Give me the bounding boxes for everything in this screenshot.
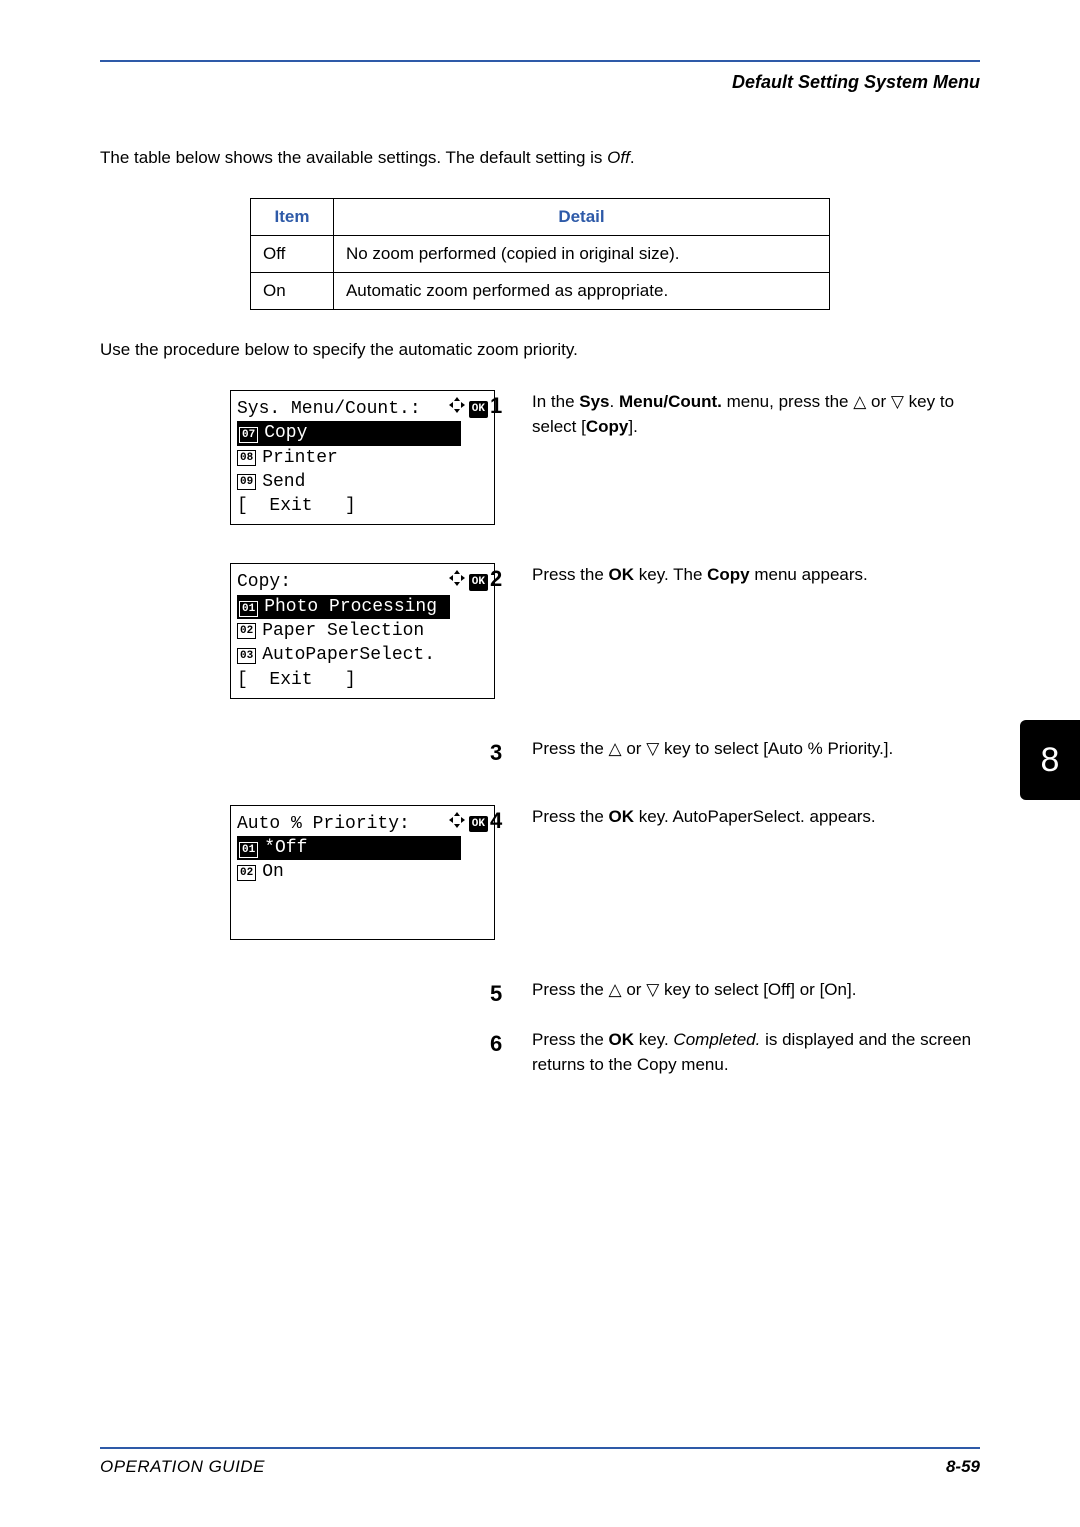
nav-arrows-icon <box>449 812 465 836</box>
th-item: Item <box>251 199 334 236</box>
table-row: On Automatic zoom performed as appropria… <box>251 273 830 310</box>
lcd-row: 09Send <box>237 470 488 494</box>
ok-icon: OK <box>469 401 488 418</box>
intro-suffix: . <box>630 148 635 167</box>
step-4: 4 Press the OK key. AutoPaperSelect. app… <box>490 805 980 837</box>
intro-prefix: The table below shows the available sett… <box>100 148 607 167</box>
header-rule <box>100 60 980 62</box>
step-3: 3 Press the △ or ▽ key to select [Auto %… <box>490 737 980 769</box>
footer-right: 8-59 <box>946 1457 980 1477</box>
step-2: 2 Press the OK key. The Copy menu appear… <box>490 563 980 595</box>
table-row: Off No zoom performed (copied in origina… <box>251 236 830 273</box>
step-1: 1 In the Sys. Menu/Count. menu, press th… <box>490 390 980 439</box>
lcd-row-blank <box>237 909 488 933</box>
lcd-row: 08Printer <box>237 446 488 470</box>
nav-arrows-icon <box>449 570 465 594</box>
lcd-row-selected: 07Copy <box>237 421 461 445</box>
procedure-text: Use the procedure below to specify the a… <box>100 340 980 360</box>
triangle-up-icon: △ <box>609 980 622 999</box>
intro-italic: Off <box>607 148 630 167</box>
cell-item: Off <box>251 236 334 273</box>
lcd-screen-auto-priority: Auto % Priority: OK 01*Off 02On <box>230 805 495 940</box>
step-5: 5 Press the △ or ▽ key to select [Off] o… <box>490 978 980 1010</box>
lcd-screen-sys-menu: Sys. Menu/Count.: OK 07Copy 08Printer 09… <box>230 390 495 525</box>
ok-icon: OK <box>469 574 488 591</box>
lcd-row: 02Paper Selection <box>237 619 488 643</box>
lcd-exit: [ Exit ] <box>237 494 488 518</box>
triangle-down-icon: ▽ <box>891 392 904 411</box>
th-detail: Detail <box>333 199 829 236</box>
step-6: 6 Press the OK key. Completed. is displa… <box>490 1028 980 1077</box>
footer-left: OPERATION GUIDE <box>100 1457 265 1477</box>
triangle-up-icon: △ <box>609 739 622 758</box>
ok-icon: OK <box>469 816 488 833</box>
footer-rule <box>100 1447 980 1449</box>
lcd-title: Copy: <box>237 570 291 594</box>
cell-detail: Automatic zoom performed as appropriate. <box>333 273 829 310</box>
lcd-row: 03AutoPaperSelect. <box>237 643 488 667</box>
lcd-row-selected: 01*Off <box>237 836 461 860</box>
chapter-tab: 8 <box>1020 720 1080 800</box>
triangle-down-icon: ▽ <box>646 980 659 999</box>
page-footer: OPERATION GUIDE 8-59 <box>100 1447 980 1477</box>
triangle-up-icon: △ <box>853 392 866 411</box>
cell-detail: No zoom performed (copied in original si… <box>333 236 829 273</box>
cell-item: On <box>251 273 334 310</box>
lcd-screen-copy: Copy: OK 01Photo Processing 02Paper Sele… <box>230 563 495 698</box>
lcd-exit: [ Exit ] <box>237 668 488 692</box>
lcd-row-blank <box>237 885 488 909</box>
lcd-title: Auto % Priority: <box>237 812 410 836</box>
intro-text: The table below shows the available sett… <box>100 148 980 168</box>
triangle-down-icon: ▽ <box>646 739 659 758</box>
lcd-row-selected: 01Photo Processing <box>237 595 450 619</box>
settings-table: Item Detail Off No zoom performed (copie… <box>250 198 830 310</box>
nav-arrows-icon <box>449 397 465 421</box>
lcd-title: Sys. Menu/Count.: <box>237 397 421 421</box>
page-header-title: Default Setting System Menu <box>100 72 980 93</box>
lcd-row: 02On <box>237 860 488 884</box>
